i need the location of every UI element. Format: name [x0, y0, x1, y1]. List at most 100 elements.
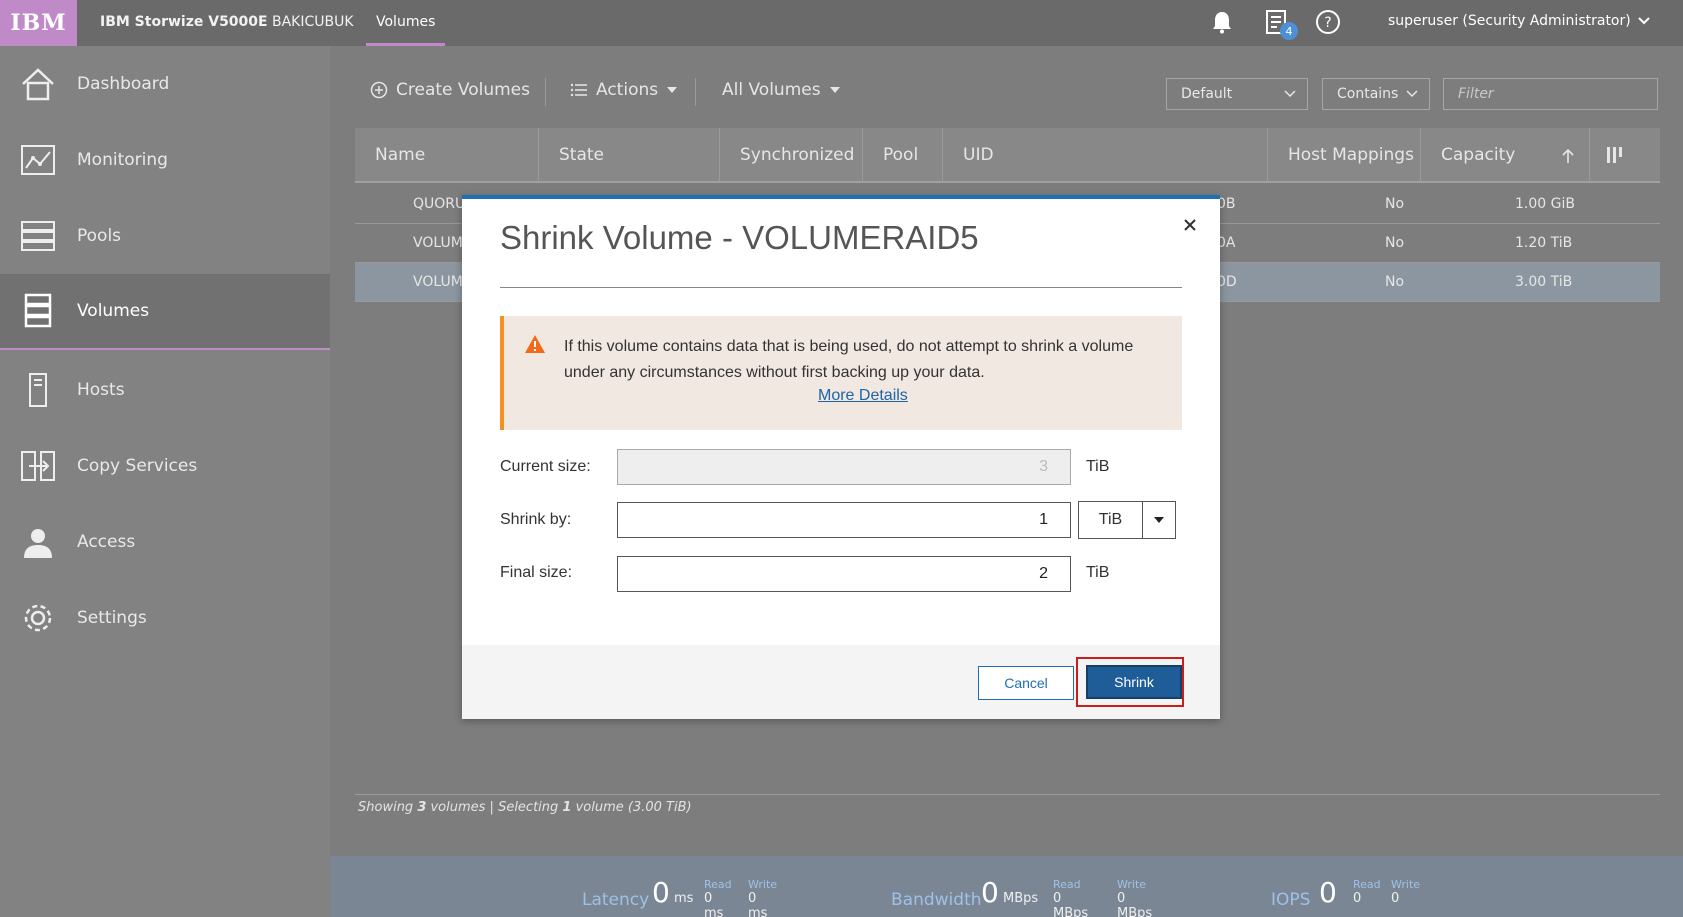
sidebar-item-label: Dashboard	[77, 74, 170, 94]
cell-capacity: 1.20 TiB	[1515, 235, 1573, 251]
system-name[interactable]: BAKICUBUK	[272, 0, 354, 46]
bandwidth-write-label: Write	[1117, 878, 1147, 891]
cell-host-mappings: No	[1385, 274, 1405, 290]
performance-footer: Latency 0 ms Read 0 ms Write 0 ms Bandwi…	[330, 856, 1683, 917]
caret-down-icon	[1143, 502, 1175, 538]
cell-host-mappings: No	[1385, 196, 1405, 212]
cell-capacity: 1.00 GiB	[1515, 196, 1575, 212]
iops-write-value: 0	[1391, 891, 1400, 906]
column-header-pool[interactable]: Pool	[863, 128, 943, 183]
sidebar-item-label: Hosts	[77, 380, 125, 400]
actions-label: Actions	[596, 80, 659, 100]
sort-ascending-icon	[1562, 148, 1574, 163]
cell-name: VOLUMI	[413, 235, 467, 251]
sidebar-item-hosts[interactable]: Hosts	[0, 352, 330, 428]
sidebar: Dashboard Monitoring Pools Volumes Hosts…	[0, 46, 330, 917]
status-prefix: Showing	[358, 800, 418, 815]
final-size-label: Final size:	[500, 564, 573, 581]
toolbar-divider	[545, 78, 546, 106]
table-header: Name State Synchronized Pool UID Host Ma…	[355, 128, 1660, 183]
create-volumes-label: Create Volumes	[396, 80, 530, 100]
close-icon[interactable]	[1178, 213, 1202, 237]
cancel-button[interactable]: Cancel	[978, 666, 1074, 700]
more-details-link[interactable]: More Details	[818, 387, 908, 405]
current-size-field: 3	[617, 449, 1071, 485]
bandwidth-unit: MBps	[1003, 891, 1039, 906]
volumes-icon	[18, 291, 58, 331]
iops-write-label: Write	[1391, 878, 1421, 891]
filter-preset-select[interactable]: Default	[1166, 78, 1308, 110]
hosts-icon	[18, 370, 58, 410]
shrink-by-input[interactable]: 1	[617, 502, 1071, 538]
product-name: IBM Storwize V5000E	[100, 14, 268, 30]
latency-write-label: Write	[748, 878, 778, 891]
shrink-volume-dialog: Shrink Volume - VOLUMERAID5 If this volu…	[462, 195, 1220, 719]
sidebar-item-monitoring[interactable]: Monitoring	[0, 122, 330, 198]
latency-read-value: 0 ms	[704, 891, 724, 917]
latency-label: Latency	[582, 890, 650, 910]
access-icon	[18, 522, 58, 562]
filter-preset-value: Default	[1181, 86, 1233, 102]
chevron-down-icon[interactable]	[1636, 12, 1652, 32]
warning-banner: If this volume contains data that is bei…	[500, 316, 1182, 430]
dialog-title: Shrink Volume - VOLUMERAID5	[500, 219, 979, 256]
cell-capacity: 3.00 TiB	[1515, 274, 1573, 290]
column-chooser-icon[interactable]	[1605, 145, 1625, 169]
iops-value: 0	[1319, 876, 1337, 909]
bell-icon[interactable]	[1208, 8, 1236, 36]
final-size-field[interactable]: 2	[617, 556, 1071, 592]
latency-write-value: 0 ms	[748, 891, 768, 917]
sidebar-item-dashboard[interactable]: Dashboard	[0, 46, 330, 122]
bandwidth-value: 0	[981, 876, 999, 909]
ibm-logo[interactable]: IBM	[0, 0, 77, 46]
column-header-capacity[interactable]: Capacity	[1421, 128, 1590, 183]
column-header-synchronized[interactable]: Synchronized	[720, 128, 863, 183]
cell-name: QUORU	[413, 196, 466, 212]
home-icon	[18, 64, 58, 104]
latency-value: 0	[652, 876, 670, 909]
help-icon[interactable]: ?	[1314, 8, 1342, 36]
shrink-button[interactable]: Shrink	[1086, 665, 1182, 699]
caret-down-icon	[667, 87, 678, 93]
plus-circle-icon	[370, 81, 388, 99]
iops-read-value: 0	[1353, 891, 1362, 906]
sidebar-item-access[interactable]: Access	[0, 504, 330, 580]
all-volumes-label: All Volumes	[722, 80, 821, 100]
tasks-icon[interactable]: 4	[1262, 8, 1298, 40]
sidebar-item-label: Settings	[77, 608, 147, 628]
column-header-host-mappings[interactable]: Host Mappings	[1268, 128, 1421, 183]
chevron-down-icon	[1406, 90, 1418, 98]
shrink-by-label: Shrink by:	[500, 511, 572, 528]
latency-unit: ms	[674, 891, 694, 906]
column-header-state[interactable]: State	[539, 128, 720, 183]
dialog-footer: Cancel Shrink	[462, 645, 1220, 719]
caret-down-icon	[829, 87, 840, 93]
top-bar: IBM IBM Storwize V5000E BAKICUBUK Volume…	[0, 0, 1683, 46]
all-volumes-menu[interactable]: All Volumes	[722, 80, 841, 100]
monitoring-icon	[18, 140, 58, 180]
current-size-unit: TiB	[1086, 458, 1110, 475]
final-size-unit: TiB	[1086, 564, 1110, 581]
status-suffix: volume (3.00 TiB)	[571, 800, 692, 815]
bandwidth-read-label: Read	[1053, 878, 1081, 891]
sidebar-item-copy-services[interactable]: Copy Services	[0, 428, 330, 504]
sidebar-item-pools[interactable]: Pools	[0, 198, 330, 274]
status-mid: volumes | Selecting	[426, 800, 563, 815]
column-header-uid[interactable]: UID	[943, 128, 1268, 183]
bandwidth-label: Bandwidth	[891, 890, 982, 910]
sidebar-item-volumes[interactable]: Volumes	[0, 274, 330, 350]
current-size-label: Current size:	[500, 458, 591, 475]
sidebar-item-settings[interactable]: Settings	[0, 580, 330, 656]
filter-input[interactable]: Filter	[1443, 78, 1658, 110]
sidebar-item-label: Volumes	[77, 301, 150, 321]
breadcrumb[interactable]: Volumes	[366, 0, 446, 46]
column-header-name[interactable]: Name	[355, 128, 539, 183]
filter-mode-select[interactable]: Contains	[1322, 78, 1430, 110]
svg-text:?: ?	[1324, 15, 1331, 31]
task-count-badge: 4	[1280, 22, 1298, 40]
shrink-unit-select[interactable]: TiB	[1078, 501, 1176, 539]
actions-menu[interactable]: Actions	[570, 80, 678, 100]
cell-host-mappings: No	[1385, 235, 1405, 251]
create-volumes-button[interactable]: Create Volumes	[370, 80, 530, 100]
user-menu[interactable]: superuser (Security Administrator)	[1388, 0, 1631, 42]
